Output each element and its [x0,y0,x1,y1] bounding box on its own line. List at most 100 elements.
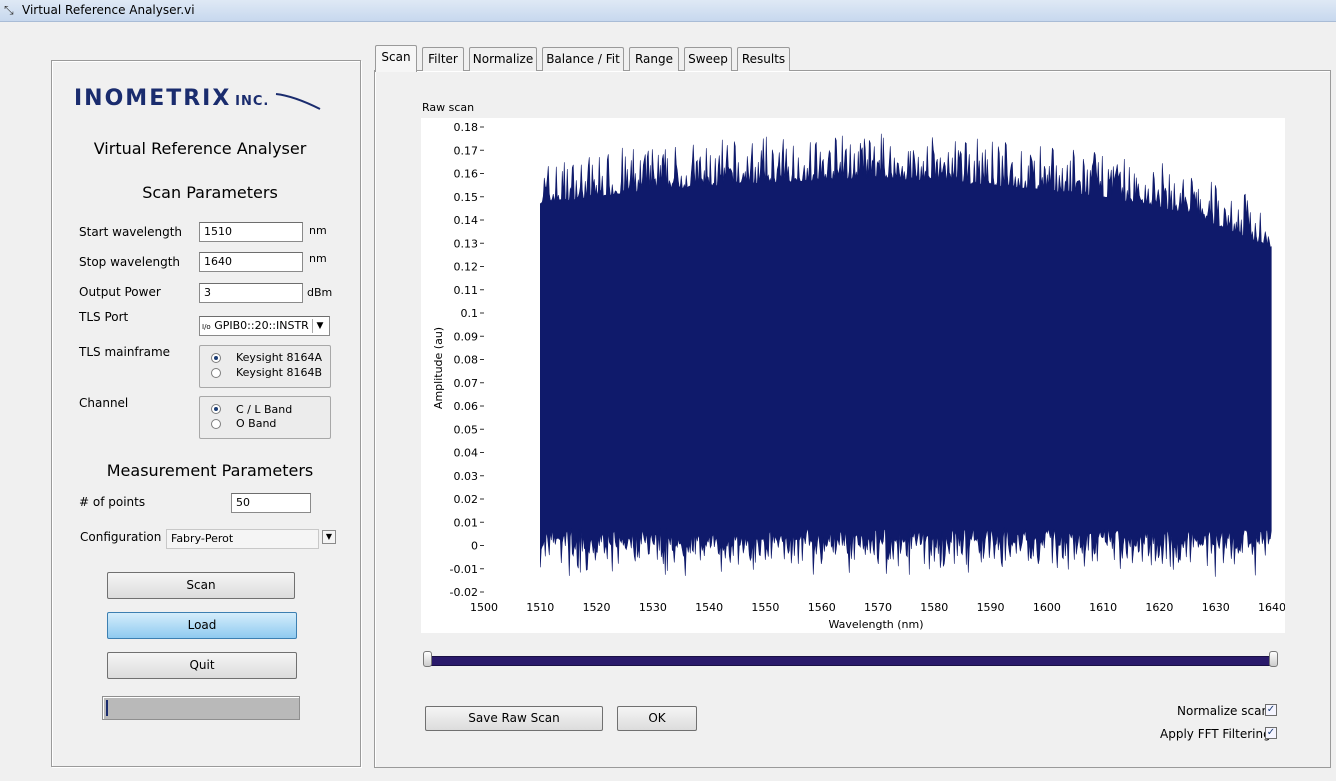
checkmark-icon: ✓ [1266,727,1276,738]
y-tick-label: -0.01 [450,563,478,576]
radio-keysight-8164b[interactable] [211,368,221,378]
tls-port-value: GPIB0::20::INSTR [214,319,309,332]
apply-fft-checkbox[interactable]: ✓ [1265,727,1277,739]
save-raw-scan-button[interactable]: Save Raw Scan [425,706,603,731]
stop-wavelength-unit: nm [309,252,327,265]
y-tick-label: 0.03 [454,470,479,483]
x-tick-label: 1530 [639,601,667,614]
x-tick-label: 1600 [1033,601,1061,614]
y-tick-label: 0.14 [454,214,479,227]
tab-range[interactable]: Range [629,47,679,71]
keysight-8164b-label: Keysight 8164B [236,366,323,379]
radio-cl-band[interactable] [211,404,221,414]
y-tick-label: 0.04 [454,447,479,460]
y-tick-label: 0.17 [454,144,479,157]
normalize-scan-checkbox[interactable]: ✓ [1265,704,1277,716]
range-slider-high-handle[interactable] [1269,651,1278,667]
channel-label: Channel [79,396,129,410]
tab-normalize[interactable]: Normalize [469,47,537,71]
raw-scan-graph[interactable]: 0.18 0.17 0.16 0.15 0.14 0.13 0.12 0.11 0.1 0.09 0… [421,118,1286,633]
apply-fft-label: Apply FFT Filtering [1160,727,1271,741]
io-resource-icon: I/o [202,323,211,331]
range-slider-low-handle[interactable] [423,651,432,667]
y-tick-label: 0.08 [454,354,479,367]
x-tick-label: 1540 [695,601,723,614]
start-wavelength-label: Start wavelength [79,225,183,239]
y-tick-label: 0.06 [454,400,479,413]
x-tick-label: 1620 [1145,601,1173,614]
y-axis-label: Amplitude (au) [432,327,445,409]
quit-button[interactable]: Quit [107,652,297,679]
y-tick-label: 0.11 [454,284,479,297]
x-tick-label: 1630 [1202,601,1230,614]
tab-scan[interactable]: Scan [375,45,417,72]
configuration-dropdown-icon[interactable]: ▼ [322,530,336,544]
x-tick-label: 1560 [808,601,836,614]
o-band-label: O Band [236,417,277,430]
y-tick-label: 0 [471,540,478,553]
normalize-scan-label: Normalize scan [1177,704,1270,718]
start-wavelength-input[interactable]: 1510 [199,222,303,242]
logo-swoosh-icon [275,93,321,110]
scan-parameters-heading: Scan Parameters [142,183,278,202]
configuration-select[interactable]: Fabry-Perot [166,529,319,549]
radio-keysight-8164a[interactable] [211,353,221,363]
x-tick-label: 1590 [977,601,1005,614]
output-power-label: Output Power [79,285,161,299]
range-slider-track[interactable] [425,656,1277,666]
y-tick-label: -0.02 [450,586,478,599]
cl-band-label: C / L Band [236,403,293,416]
x-tick-label: 1510 [526,601,554,614]
x-tick-label: 1640 [1258,601,1285,614]
y-tick-label: 0.13 [454,237,479,250]
title-bar: ⤡ Virtual Reference Analyser.vi [0,0,1336,22]
ok-button[interactable]: OK [617,706,697,731]
y-tick-label: 0.12 [454,261,479,274]
x-tick-label: 1610 [1089,601,1117,614]
y-tick-label: 0.05 [454,423,479,436]
num-points-input[interactable]: 50 [231,493,311,513]
output-power-unit: dBm [307,286,333,299]
stop-wavelength-input[interactable]: 1640 [199,252,303,272]
radio-o-band[interactable] [211,419,221,429]
x-axis-label: Wavelength (nm) [828,618,923,631]
checkmark-icon: ✓ [1266,704,1276,715]
raw-scan-series [540,133,1272,577]
tls-port-select[interactable]: I/o GPIB0::20::INSTR ▼ [199,316,330,336]
raw-scan-chart: 0.18 0.17 0.16 0.15 0.14 0.13 0.12 0.11 0.1 0.09 0… [432,121,1286,631]
configuration-label: Configuration [80,530,162,544]
tab-filter[interactable]: Filter [422,47,464,71]
progress-fill [106,700,108,716]
tab-sweep[interactable]: Sweep [684,47,732,71]
app-title: Virtual Reference Analyser [93,139,307,158]
y-tick-label: 0.1 [461,307,479,320]
num-points-label: # of points [79,495,146,509]
tls-mainframe-label: TLS mainframe [79,345,171,359]
tls-port-label: TLS Port [79,310,129,324]
chevron-down-icon[interactable]: ▼ [312,319,327,333]
company-logo: INOMETRIX INC. [74,86,321,111]
y-tick-label: 0.16 [454,168,479,181]
progress-bar [102,696,300,720]
logo-text: INOMETRIX [74,86,232,111]
measurement-parameters-heading: Measurement Parameters [106,461,314,480]
x-tick-label: 1520 [583,601,611,614]
tab-results[interactable]: Results [737,47,790,71]
keysight-8164a-label: Keysight 8164A [236,351,323,364]
window-title: Virtual Reference Analyser.vi [22,3,195,17]
y-tick-label: 0.15 [454,191,479,204]
logo-suffix: INC. [235,94,270,109]
scan-button[interactable]: Scan [107,572,295,599]
load-button[interactable]: Load [107,612,297,639]
y-tick-label: 0.18 [454,121,479,134]
labview-app-icon: ⤡ [4,3,14,17]
output-power-input[interactable]: 3 [199,283,303,303]
y-tick-label: 0.09 [454,330,479,343]
y-tick-label: 0.01 [454,516,479,529]
tab-balance-fit[interactable]: Balance / Fit [542,47,624,71]
x-tick-label: 1550 [751,601,779,614]
graph-label: Raw scan [422,101,475,114]
x-tick-label: 1580 [920,601,948,614]
stop-wavelength-label: Stop wavelength [79,255,180,269]
x-tick-label: 1500 [470,601,498,614]
